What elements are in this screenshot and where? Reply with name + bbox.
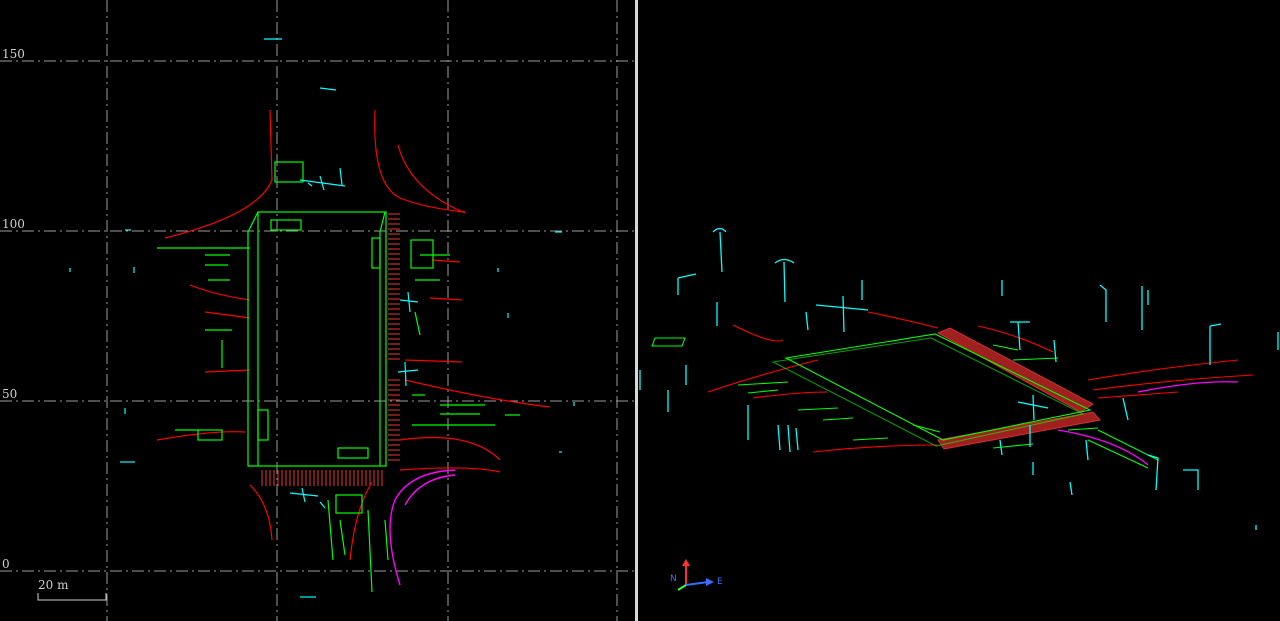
special-lane xyxy=(389,469,456,586)
y-axis-label-150: 150 xyxy=(2,47,25,61)
axis-gizmo: N E xyxy=(670,559,723,591)
crosswalk-hatching xyxy=(261,213,400,486)
top-view-viewport[interactable]: 150 100 50 0 20 m xyxy=(0,0,635,621)
north-axis-label: N xyxy=(670,574,677,584)
crosswalk-bands xyxy=(936,327,1101,450)
poles-and-signs xyxy=(69,38,575,598)
lane-boundaries xyxy=(157,161,520,593)
perspective-view-canvas[interactable]: N E xyxy=(638,0,1280,621)
y-axis-label-100: 100 xyxy=(2,217,25,231)
scale-bar-label: 20 m xyxy=(38,578,69,592)
y-axis-label-0: 0 xyxy=(2,557,10,571)
perspective-view-viewport[interactable]: N E xyxy=(638,0,1280,621)
crosswalk-east xyxy=(388,213,400,461)
scale-bar: 20 m xyxy=(37,578,107,601)
perspective-road-edges xyxy=(707,311,1254,453)
y-axis-label-50: 50 xyxy=(2,387,17,401)
top-view-canvas[interactable]: 150 100 50 0 20 m xyxy=(0,0,635,621)
perspective-poles-and-signs xyxy=(639,227,1279,530)
grid xyxy=(0,0,635,621)
road-edges xyxy=(156,109,551,561)
east-axis-label: E xyxy=(717,577,723,587)
